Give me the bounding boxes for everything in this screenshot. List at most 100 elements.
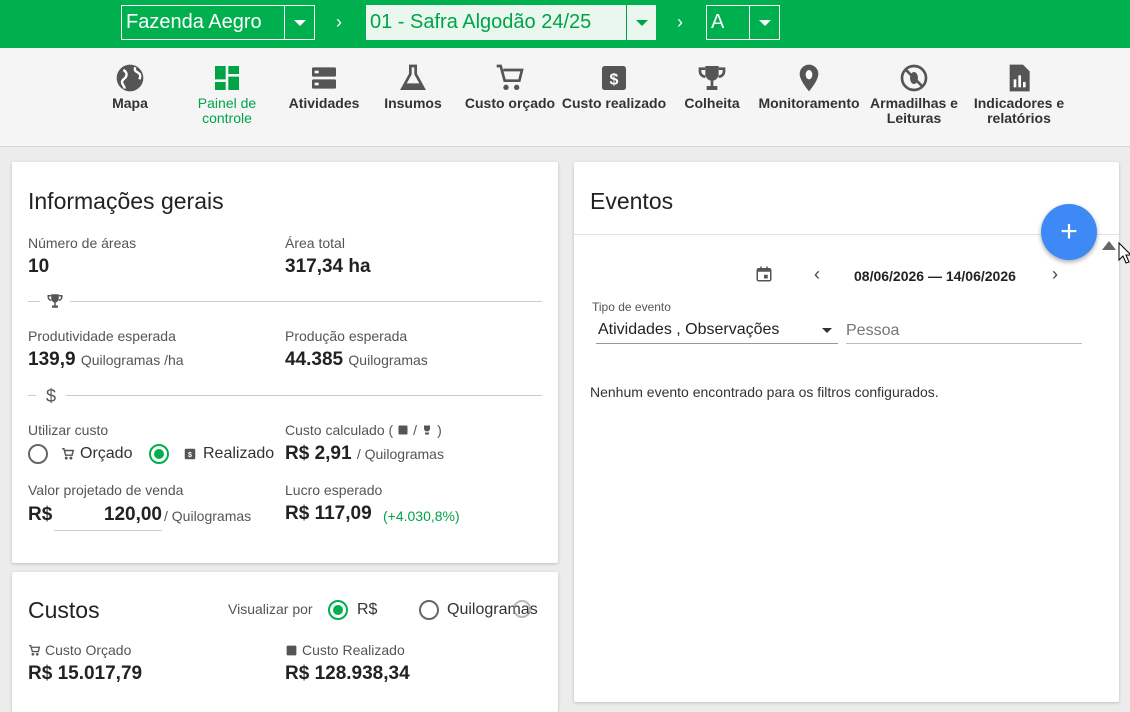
no-bug-icon <box>900 64 928 92</box>
nav-item-insumos[interactable]: Insumos <box>358 62 468 111</box>
event-type-value: Atividades , Observações <box>598 321 780 338</box>
sale-unit: / Quilogramas <box>164 508 252 524</box>
plot-select[interactable]: A <box>706 5 780 40</box>
cart-icon <box>29 644 41 656</box>
nav-item-mapa[interactable]: Mapa <box>75 62 185 111</box>
money-icon: $ <box>184 448 196 460</box>
nav-label: Monitoramento <box>758 95 860 111</box>
view-by-label: Visualizar por <box>228 601 313 617</box>
production-value: 44.385 Quilogramas <box>285 349 428 371</box>
nav-item-colheita[interactable]: Colheita <box>657 62 767 111</box>
budget-cost-value: R$ 15.017,79 <box>28 663 143 684</box>
total-area-label: Área total <box>285 235 345 251</box>
areas-label: Número de áreas <box>28 235 137 251</box>
nav-label: Painel de controle <box>197 95 257 126</box>
nav-label: Insumos <box>384 95 442 111</box>
cost-use-label: Utilizar custo <box>28 422 109 438</box>
plus-icon: + <box>1060 215 1078 248</box>
farm-select[interactable]: Fazenda Aegro <box>121 5 315 40</box>
divider <box>28 395 542 396</box>
general-info-card: Informações gerais Número de áreas 10 Ár… <box>12 162 558 563</box>
realized-cost-label-text: Custo Realizado <box>302 642 405 658</box>
nav-item-indicadores[interactable]: Indicadores e relatórios <box>964 62 1074 126</box>
svg-text:$: $ <box>610 72 619 89</box>
report-icon <box>1009 64 1030 92</box>
prev-week-button[interactable]: ‹ <box>814 264 820 285</box>
trophy-icon <box>698 66 726 90</box>
nav-label: Mapa <box>112 95 148 111</box>
calc-cost-label-sep: / <box>413 422 418 438</box>
person-input[interactable] <box>846 318 1082 344</box>
chevron-down-icon[interactable] <box>749 6 779 39</box>
sale-label: Valor projetado de venda <box>28 482 184 498</box>
money-icon: $ <box>602 66 626 90</box>
help-icon[interactable] <box>513 600 531 618</box>
nav-label: Indicadores e relatórios <box>973 95 1065 126</box>
production-number: 44.385 <box>285 349 344 370</box>
radio-view-currency[interactable] <box>328 600 348 620</box>
divider <box>28 301 542 302</box>
productivity-label: Produtividade esperada <box>28 328 176 344</box>
radio-realized-label[interactable]: Realizado <box>203 445 274 463</box>
date-range: 08/06/2026 — 14/06/2026 <box>854 268 1016 284</box>
nav-item-monitoramento[interactable]: Monitoramento <box>754 62 864 111</box>
profit-value: R$ 117,09 <box>285 503 372 524</box>
calc-cost-value: R$ 2,91 / Quilogramas <box>285 443 444 465</box>
radio-view-currency-label[interactable]: R$ <box>357 601 377 619</box>
radio-realized[interactable] <box>149 444 169 464</box>
production-unit: Quilogramas <box>348 352 428 368</box>
sale-currency: R$ <box>28 504 53 525</box>
calc-cost-label-text: Custo calculado ( <box>285 422 394 438</box>
breadcrumb-arrow-icon: › <box>336 12 342 32</box>
trophy-icon <box>424 425 431 435</box>
nav-label: Armadilhas e Leituras <box>870 95 958 126</box>
radio-budget-label[interactable]: Orçado <box>80 445 132 463</box>
breadcrumb-arrow-icon: › <box>677 12 683 32</box>
radio-budget[interactable] <box>28 444 48 464</box>
globe-icon <box>116 64 144 92</box>
add-event-button[interactable]: + <box>1041 204 1097 260</box>
radio-view-kg[interactable] <box>419 600 439 620</box>
profit-label: Lucro esperado <box>285 482 383 498</box>
nav-item-custo-orcado[interactable]: Custo orçado <box>455 62 565 111</box>
card-title: Eventos <box>590 188 674 214</box>
sale-value-input[interactable]: 120,00 <box>54 504 162 531</box>
nav-label: Atividades <box>288 95 360 111</box>
nav-item-painel[interactable]: Painel de controle <box>172 62 282 126</box>
dollar-icon: $ <box>36 386 66 406</box>
productivity-value: 139,9 Quilogramas /ha <box>28 349 184 371</box>
svg-text:$: $ <box>188 452 192 459</box>
calc-cost-unit: / Quilogramas <box>356 446 444 462</box>
money-icon <box>398 425 408 435</box>
farm-select-value: Fazenda Aegro <box>126 11 262 33</box>
chevron-down-icon <box>822 328 832 333</box>
events-card: Eventos ‹ 08/06/2026 — 14/06/2026 › Tipo… <box>574 162 1119 702</box>
realized-cost-value: R$ 128.938,34 <box>285 663 410 684</box>
production-label: Produção esperada <box>285 328 408 344</box>
flask-icon <box>400 64 426 90</box>
realized-cost-label: Custo Realizado <box>285 642 405 658</box>
event-type-select[interactable]: Atividades , Observações <box>596 318 838 344</box>
crop-select[interactable]: 01 - Safra Algodão 24/25 <box>366 5 656 40</box>
scroll-up-icon[interactable] <box>1102 241 1116 250</box>
costs-card: Custos Visualizar por R$ Quilogramas Cus… <box>12 572 558 712</box>
calendar-icon[interactable] <box>755 265 773 283</box>
top-bar: Fazenda Aegro › 01 - Safra Algodão 24/25… <box>0 0 1130 48</box>
next-week-button[interactable]: › <box>1052 264 1058 285</box>
bug-pin-icon <box>799 64 819 92</box>
calc-cost-label: Custo calculado ( / ) <box>285 422 442 438</box>
nav-label: Custo realizado <box>561 95 667 111</box>
chevron-down-icon[interactable] <box>284 6 314 39</box>
chevron-down-icon[interactable] <box>626 5 656 40</box>
nav-item-custo-realizado[interactable]: $ Custo realizado <box>559 62 669 111</box>
budget-cost-label: Custo Orçado <box>28 642 131 658</box>
cart-icon <box>62 448 75 460</box>
nav-label: Custo orçado <box>464 95 556 111</box>
empty-message: Nenhum evento encontrado para os filtros… <box>590 384 939 400</box>
module-nav: Mapa Painel de controle Atividades Insum… <box>0 48 1130 147</box>
trophy-icon <box>40 291 70 311</box>
cart-icon <box>496 64 524 90</box>
profit-percent: (+4.030,8%) <box>383 508 460 524</box>
calc-cost-label-end: ) <box>437 422 442 438</box>
nav-item-armadilhas[interactable]: Armadilhas e Leituras <box>859 62 969 126</box>
